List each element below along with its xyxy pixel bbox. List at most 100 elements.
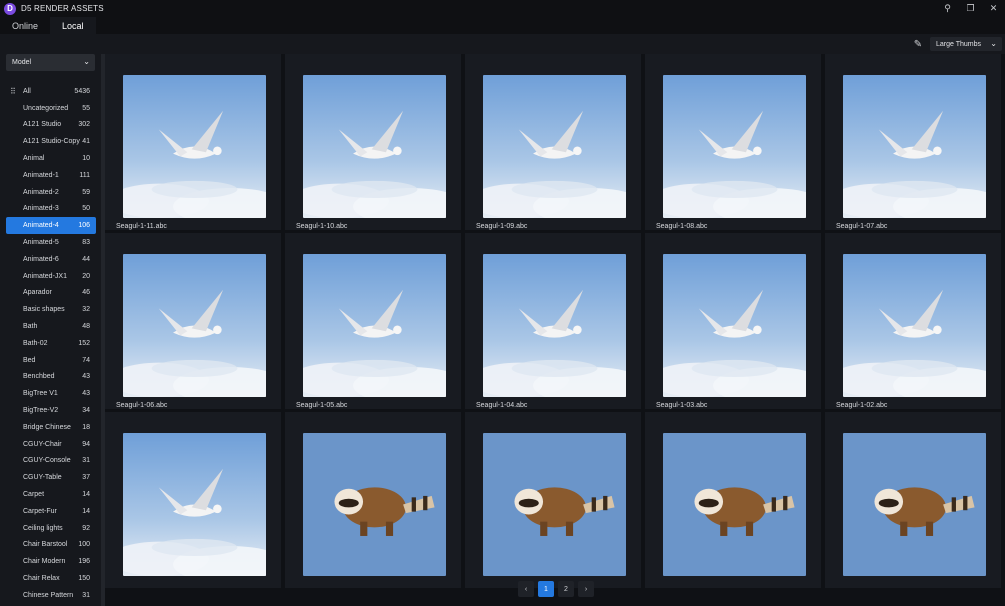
sidebar-item-label: Animated-JX1 [23, 272, 67, 280]
sidebar-item[interactable]: BigTree V1 43 [6, 385, 96, 402]
sidebar-item[interactable]: CGUY-Chair 94 [6, 436, 96, 453]
sidebar-item[interactable]: Carpet 14 [6, 486, 96, 503]
asset-filename: Seagul-1-03.abc [656, 402, 708, 409]
app-logo-icon: D [4, 2, 16, 15]
page-button[interactable]: 2 [558, 581, 574, 597]
asset-card[interactable]: Seagul-1-06.abc [105, 233, 281, 409]
model-filter-select[interactable]: Model ⌄ [6, 54, 95, 71]
raccoon-thumbnail[interactable] [663, 433, 806, 576]
view-mode-select[interactable]: Large Thumbs ⌄ [930, 37, 1002, 51]
seagull-thumbnail[interactable] [663, 254, 806, 397]
asset-card[interactable]: Seagul-1-04.abc [465, 233, 641, 409]
sidebar-item[interactable]: Carpet-Fur 14 [6, 503, 96, 520]
sidebar-item[interactable]: A121 Studio 302 [6, 117, 96, 134]
sidebar-item[interactable]: Animated-JX1 20 [6, 268, 96, 285]
sidebar-item[interactable]: Uncategorized 55 [6, 100, 96, 117]
sidebar-item-count: 196 [78, 558, 90, 566]
sidebar-item-count: 94 [82, 440, 90, 448]
asset-card[interactable] [465, 412, 641, 588]
asset-card[interactable]: Seagul-1-10.abc [285, 54, 461, 230]
asset-card[interactable] [825, 412, 1001, 588]
sidebar-item-label: CGUY-Chair [23, 440, 62, 448]
sidebar-item[interactable]: Basic shapes 32 [6, 301, 96, 318]
asset-card[interactable] [105, 412, 281, 588]
sidebar-item-label: Ceiling lights [23, 524, 63, 532]
asset-card[interactable] [285, 412, 461, 588]
tab-local[interactable]: Local [50, 17, 96, 34]
asset-card[interactable]: Seagul-1-08.abc [645, 54, 821, 230]
sidebar-item[interactable]: Animated-3 50 [6, 201, 96, 218]
sidebar-item[interactable]: Ceiling lights 92 [6, 520, 96, 537]
asset-card[interactable]: Seagul-1-11.abc [105, 54, 281, 230]
seagull-thumbnail[interactable] [303, 75, 446, 218]
sidebar-item[interactable]: Animated-6 44 [6, 251, 96, 268]
sidebar-item[interactable]: Benchbed 43 [6, 369, 96, 386]
sidebar-item[interactable]: CGUY-Table 37 [6, 469, 96, 486]
window-controls: ⚲ ❐ ✕ [936, 0, 1005, 17]
sidebar-item-label: CGUY-Table [23, 474, 62, 482]
sidebar-item-label: Aparador [23, 289, 52, 297]
sidebar-item[interactable]: Chair Barstool 100 [6, 537, 96, 554]
asset-card[interactable]: Seagul-1-02.abc [825, 233, 1001, 409]
edit-icon[interactable]: ✎ [911, 37, 925, 51]
next-page-button[interactable]: › [578, 581, 594, 597]
seagull-thumbnail[interactable] [123, 75, 266, 218]
sidebar-item[interactable]: Animated-5 83 [6, 234, 96, 251]
app-title: D5 RENDER ASSETS [21, 4, 104, 13]
raccoon-thumbnail[interactable] [483, 433, 626, 576]
sidebar-item[interactable]: ⠿ All 5436 [6, 83, 96, 100]
sidebar-item-count: 14 [82, 491, 90, 499]
asset-filename: Seagul-1-05.abc [296, 402, 348, 409]
sidebar-item[interactable]: Animal 10 [6, 150, 96, 167]
close-icon[interactable]: ✕ [982, 0, 1005, 17]
sidebar-item-label: Bath-02 [23, 339, 48, 347]
sidebar-item-count: 59 [82, 188, 90, 196]
sidebar-item[interactable]: CGUY-Console 31 [6, 453, 96, 470]
seagull-thumbnail[interactable] [483, 75, 626, 218]
asset-card[interactable]: Seagul-1-09.abc [465, 54, 641, 230]
sidebar-item-label: Animated-2 [23, 188, 59, 196]
sidebar-item-label: Animated-1 [23, 171, 59, 179]
pin-icon[interactable]: ⚲ [936, 0, 959, 17]
seagull-thumbnail[interactable] [663, 75, 806, 218]
seagull-thumbnail[interactable] [843, 75, 986, 218]
sidebar-item-count: 50 [82, 205, 90, 213]
prev-page-button[interactable]: ‹ [518, 581, 534, 597]
sidebar-item[interactable]: Bridge Chinese 18 [6, 419, 96, 436]
sidebar-item-label: BigTree V1 [23, 390, 58, 398]
page-button[interactable]: 1 [538, 581, 554, 597]
sidebar-item-count: 106 [78, 222, 90, 230]
sidebar-item[interactable]: Bath-02 152 [6, 335, 96, 352]
sidebar-item-label: Bed [23, 356, 36, 364]
sidebar-item[interactable]: Chair Modern 196 [6, 553, 96, 570]
sidebar-item-label: Basic shapes [23, 306, 65, 314]
sidebar-item[interactable]: A121 Studio-Copy 41 [6, 133, 96, 150]
seagull-thumbnail[interactable] [483, 254, 626, 397]
asset-card[interactable]: Seagul-1-05.abc [285, 233, 461, 409]
sidebar-item[interactable]: Bath 48 [6, 318, 96, 335]
sidebar-item[interactable]: Bed 74 [6, 352, 96, 369]
sidebar-item-label: Animated-3 [23, 205, 59, 213]
sidebar-item[interactable]: Animated-1 111 [6, 167, 96, 184]
asset-filename: Seagul-1-09.abc [476, 223, 528, 230]
seagull-thumbnail[interactable] [123, 433, 266, 576]
restore-icon[interactable]: ❐ [959, 0, 982, 17]
seagull-thumbnail[interactable] [123, 254, 266, 397]
tab-online[interactable]: Online [0, 17, 50, 34]
sidebar-item[interactable]: Aparador 46 [6, 285, 96, 302]
asset-card[interactable]: Seagul-1-07.abc [825, 54, 1001, 230]
sidebar-item[interactable]: Chair Relax 150 [6, 570, 96, 587]
sidebar-item-count: 43 [82, 373, 90, 381]
sidebar-item-count: 31 [82, 591, 90, 599]
raccoon-thumbnail[interactable] [843, 433, 986, 576]
sidebar-item[interactable]: Animated-2 59 [6, 184, 96, 201]
asset-card[interactable] [645, 412, 821, 588]
sidebar-item[interactable]: Animated-4 106 [6, 217, 96, 235]
seagull-thumbnail[interactable] [843, 254, 986, 397]
sidebar-item[interactable]: Chinese Pattern 31 [6, 587, 96, 604]
raccoon-thumbnail[interactable] [303, 433, 446, 576]
sidebar-item[interactable]: BigTree-V2 34 [6, 402, 96, 419]
seagull-thumbnail[interactable] [303, 254, 446, 397]
asset-card[interactable]: Seagul-1-03.abc [645, 233, 821, 409]
sidebar-item-count: 44 [82, 255, 90, 263]
